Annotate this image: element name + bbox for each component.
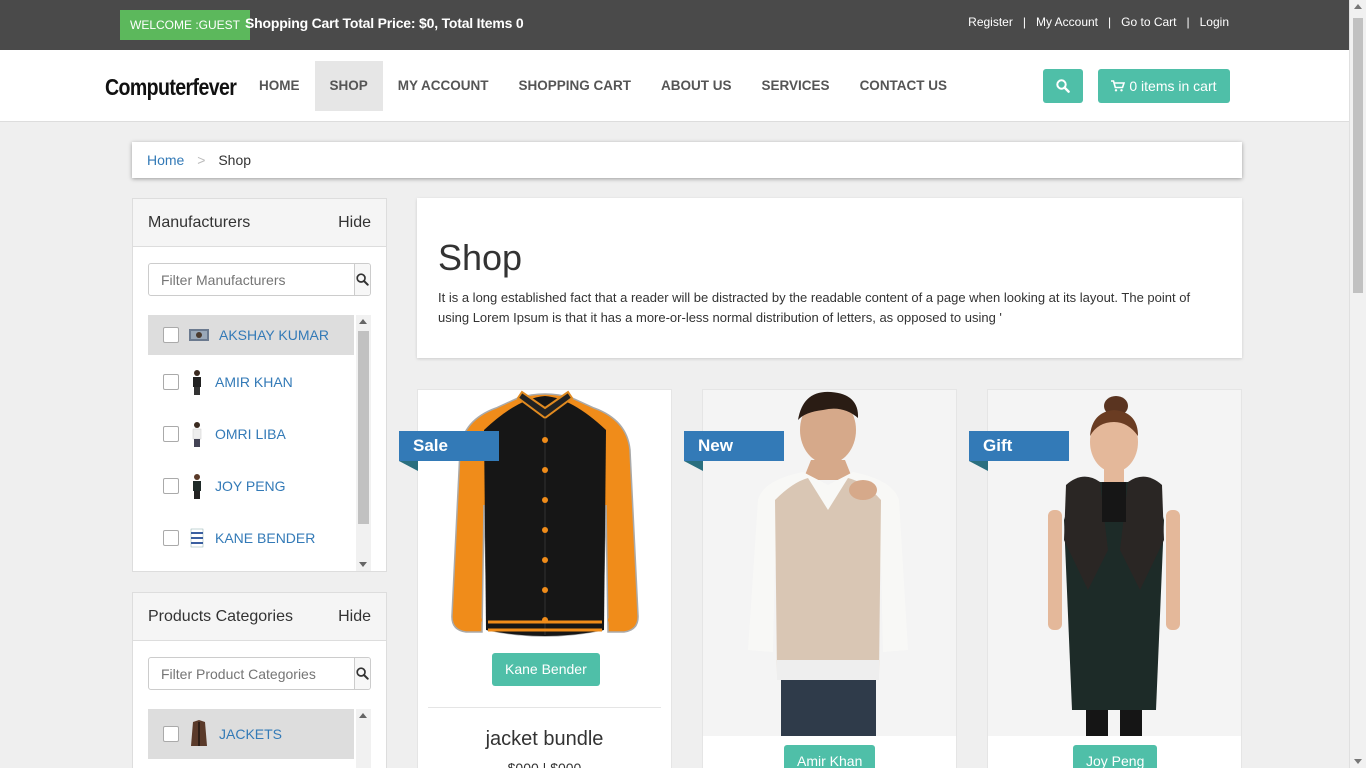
nav-my-account[interactable]: MY ACCOUNT	[383, 61, 504, 111]
scroll-up-icon[interactable]	[359, 319, 367, 324]
categories-header: Products Categories Hide	[133, 593, 386, 641]
manufacturer-thumbnail	[189, 370, 205, 395]
product-ribbon: Sale	[399, 431, 499, 471]
scroll-down-icon[interactable]	[1354, 759, 1362, 764]
account-links: Register | My Account | Go to Cart | Log…	[968, 15, 1229, 29]
divider	[428, 707, 661, 708]
page-title: Shop	[438, 237, 523, 278]
breadcrumb: Home > Shop	[132, 142, 1242, 178]
register-link[interactable]: Register	[968, 15, 1013, 29]
shop-description: It is a long established fact that a rea…	[438, 290, 1191, 325]
categories-filter	[148, 657, 371, 690]
search-icon	[356, 273, 369, 286]
top-bar: WELCOME :GUEST Shopping Cart Total Price…	[0, 0, 1349, 50]
categories-hide-toggle[interactable]: Hide	[338, 608, 371, 626]
checkbox[interactable]	[163, 426, 179, 442]
categories-panel: Products Categories Hide JACKETS	[132, 592, 387, 768]
manufacturers-hide-toggle[interactable]: Hide	[338, 214, 371, 232]
manufacturers-list: AKSHAY KUMAR AMIR KHAN OMRI LIBA JOY PEN…	[148, 315, 371, 571]
checkbox[interactable]	[163, 726, 179, 742]
list-item[interactable]: OMRI LIBA	[148, 414, 354, 454]
search-icon	[356, 667, 369, 680]
product-card[interactable]: New Amir Khan	[684, 389, 957, 768]
category-thumbnail	[189, 718, 209, 750]
scrollbar-thumb[interactable]	[358, 331, 369, 524]
manufacturers-filter-button[interactable]	[354, 264, 370, 295]
list-item[interactable]: AMIR KHAN	[148, 362, 354, 402]
scroll-up-icon[interactable]	[1354, 4, 1362, 9]
breadcrumb-home[interactable]: Home	[147, 152, 184, 168]
categories-filter-input[interactable]	[149, 658, 354, 689]
product-card[interactable]: Gift Joy Peng	[969, 389, 1242, 768]
vendor-button[interactable]: Amir Khan	[784, 745, 876, 768]
search-button[interactable]	[1043, 69, 1083, 103]
manufacturers-list-scrollbar[interactable]	[356, 315, 371, 571]
welcome-badge: WELCOME :GUEST	[120, 10, 251, 40]
my-account-link[interactable]: My Account	[1036, 15, 1098, 29]
site-logo[interactable]: Computerfever	[105, 74, 237, 101]
scrollbar-thumb[interactable]	[1353, 18, 1363, 293]
manufacturer-label[interactable]: OMRI LIBA	[215, 426, 286, 442]
cart-summary: Shopping Cart Total Price: $0, Total Ite…	[245, 15, 524, 31]
categories-title: Products Categories	[148, 607, 293, 625]
main-nav: HOME SHOP MY ACCOUNT SHOPPING CART ABOUT…	[244, 61, 962, 111]
vendor-button[interactable]: Kane Bender	[492, 653, 600, 686]
checkbox[interactable]	[163, 327, 179, 343]
site-header: Computerfever HOME SHOP MY ACCOUNT SHOPP…	[0, 50, 1349, 122]
product-title[interactable]: jacket bundle	[418, 728, 671, 751]
nav-about-us[interactable]: ABOUT US	[646, 61, 747, 111]
manufacturer-thumbnail	[189, 474, 205, 499]
product-ribbon: Gift	[969, 431, 1069, 471]
manufacturers-title: Manufacturers	[148, 213, 251, 231]
list-item[interactable]: KANE BENDER	[148, 518, 354, 558]
manufacturers-filter-input[interactable]	[149, 264, 354, 295]
manufacturers-panel: Manufacturers Hide AKSHAY KUMAR AMIR KHA…	[132, 198, 387, 572]
manufacturer-label[interactable]: AMIR KHAN	[215, 374, 293, 390]
vendor-button[interactable]: Joy Peng	[1073, 745, 1158, 768]
categories-list: JACKETS	[148, 709, 371, 768]
cart-button[interactable]: 0 items in cart	[1098, 69, 1230, 103]
manufacturer-label[interactable]: KANE BENDER	[215, 530, 315, 546]
list-item[interactable]: JOY PENG	[148, 466, 354, 506]
cart-button-label: 0 items in cart	[1129, 78, 1217, 94]
list-item[interactable]: AKSHAY KUMAR	[148, 315, 354, 355]
cart-icon	[1111, 80, 1126, 92]
checkbox[interactable]	[163, 530, 179, 546]
nav-shopping-cart[interactable]: SHOPPING CART	[504, 61, 647, 111]
shop-intro: Shop It is a long established fact that …	[417, 198, 1242, 358]
manufacturer-thumbnail	[189, 526, 205, 550]
nav-services[interactable]: SERVICES	[747, 61, 845, 111]
manufacturer-label[interactable]: JOY PENG	[215, 478, 286, 494]
breadcrumb-separator: >	[197, 152, 206, 168]
link-separator: |	[1022, 15, 1026, 29]
checkbox[interactable]	[163, 478, 179, 494]
manufacturer-thumbnail	[189, 422, 205, 447]
nav-contact-us[interactable]: CONTACT US	[845, 61, 963, 111]
scroll-up-icon[interactable]	[359, 713, 367, 718]
link-separator: |	[1186, 15, 1190, 29]
nav-shop[interactable]: SHOP	[314, 61, 383, 111]
categories-filter-button[interactable]	[354, 658, 370, 689]
product-price: $000 | $000	[507, 760, 582, 768]
manufacturer-thumbnail	[189, 323, 209, 347]
page-scrollbar[interactable]	[1349, 0, 1366, 768]
checkbox[interactable]	[163, 374, 179, 390]
link-separator: |	[1108, 15, 1112, 29]
go-to-cart-link[interactable]: Go to Cart	[1121, 15, 1176, 29]
product-card[interactable]: Sale Kane Bender jacket bundle $000 | $0…	[399, 389, 672, 768]
login-link[interactable]: Login	[1200, 15, 1229, 29]
product-ribbon: New	[684, 431, 784, 471]
scroll-down-icon[interactable]	[359, 562, 367, 567]
category-label[interactable]: JACKETS	[219, 726, 282, 742]
list-item[interactable]: JACKETS	[148, 709, 354, 759]
nav-home[interactable]: HOME	[244, 61, 315, 111]
search-icon	[1056, 79, 1070, 93]
manufacturers-filter	[148, 263, 371, 296]
categories-list-scrollbar[interactable]	[356, 709, 371, 768]
manufacturers-header: Manufacturers Hide	[133, 199, 386, 247]
breadcrumb-current: Shop	[218, 152, 252, 168]
manufacturer-label[interactable]: AKSHAY KUMAR	[219, 327, 329, 343]
